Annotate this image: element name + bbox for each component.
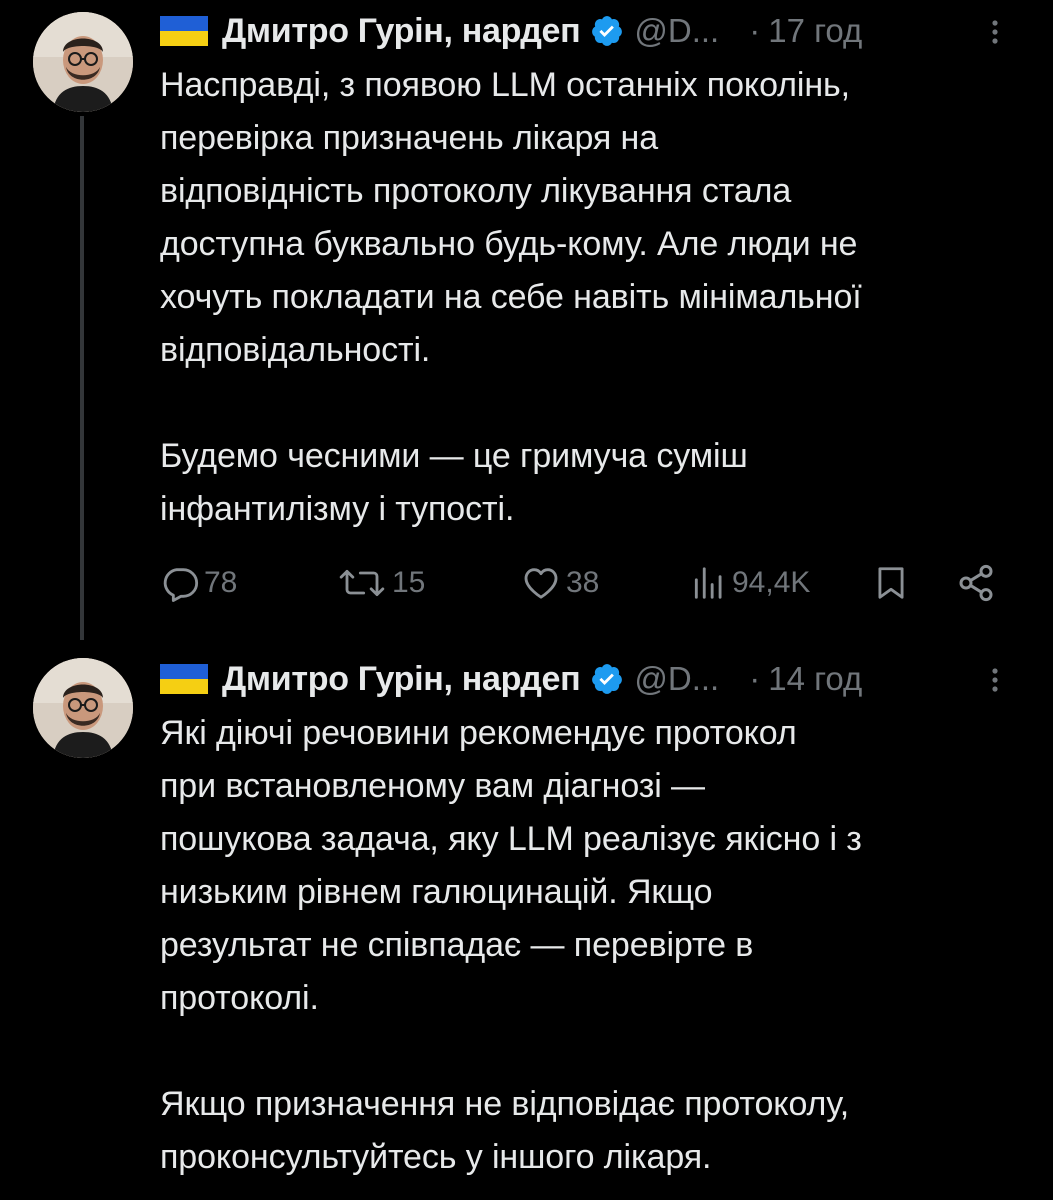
ukraine-flag-icon — [160, 664, 208, 694]
author-name[interactable]: Дмитро Гурін, нардеп — [222, 12, 581, 51]
tweet-header: Дмитро Гурін, нардеп @D... · 14 год — [160, 654, 1013, 704]
retweet-button[interactable]: 15 — [336, 553, 425, 613]
ukraine-flag-icon — [160, 16, 208, 46]
tweet-timestamp[interactable]: 14 год — [768, 660, 862, 698]
tweet-text: Які діючі речовини рекомендує протокол п… — [160, 714, 862, 1176]
bookmark-icon — [878, 567, 904, 599]
avatar[interactable] — [33, 658, 133, 758]
separator-dot: · — [749, 660, 761, 697]
verified-badge-icon — [592, 664, 623, 694]
author-handle[interactable]: @D... — [634, 12, 719, 50]
heart-icon — [524, 568, 558, 599]
reply-icon — [163, 568, 199, 602]
retweet-count: 15 — [392, 566, 426, 599]
tweet[interactable]: Дмитро Гурін, нардеп @D... · 17 год Насп… — [0, 0, 1053, 640]
avatar[interactable] — [33, 12, 133, 112]
reply-button[interactable]: 78 — [160, 553, 237, 613]
reply-count: 78 — [204, 566, 238, 599]
more-options-icon[interactable] — [977, 14, 1013, 50]
retweet-icon — [339, 569, 385, 597]
views-chart-icon — [694, 567, 722, 599]
tweet-header: Дмитро Гурін, нардеп @D... · 17 год — [160, 6, 1013, 56]
author-handle[interactable]: @D... — [634, 660, 719, 698]
view-count: 94,4K — [732, 566, 811, 599]
tweet[interactable]: Дмитро Гурін, нардеп @D... · 14 год Які … — [0, 640, 1053, 1200]
author-name[interactable]: Дмитро Гурін, нардеп — [222, 660, 581, 699]
avatar-image — [33, 658, 133, 758]
thread-connector-line — [80, 116, 84, 640]
share-icon — [959, 564, 993, 602]
avatar-image — [33, 12, 133, 112]
more-options-icon[interactable] — [977, 662, 1013, 698]
tweet-text: Насправді, з появою LLM останніх поколін… — [160, 66, 862, 528]
bookmark-button[interactable] — [872, 553, 910, 613]
share-button[interactable] — [956, 553, 996, 613]
like-button[interactable]: 38 — [520, 553, 599, 613]
tweet-action-bar: 78 15 38 94,4K — [160, 553, 1010, 613]
verified-badge-icon — [592, 16, 623, 46]
like-count: 38 — [566, 566, 600, 599]
tweet-timestamp[interactable]: 17 год — [768, 12, 862, 50]
separator-dot: · — [749, 12, 761, 49]
views-button[interactable]: 94,4K — [690, 553, 810, 613]
